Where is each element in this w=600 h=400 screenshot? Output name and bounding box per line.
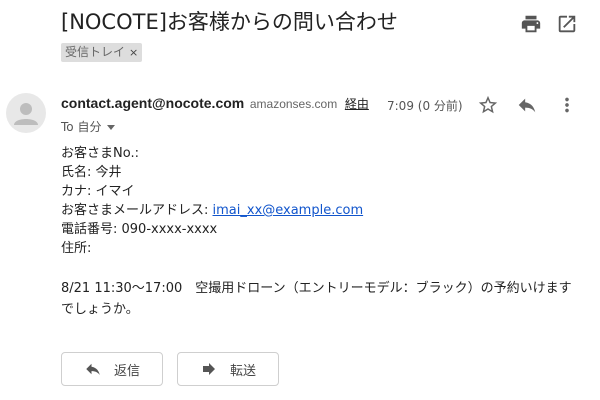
reply-icon[interactable] xyxy=(516,94,538,116)
body-email-label: お客さまメールアドレス: xyxy=(61,203,213,218)
print-icon[interactable] xyxy=(520,13,542,35)
message-body: お客さまNo.: 氏名: 今井 カナ: イマイ お客さまメールアドレス: ima… xyxy=(61,144,581,320)
open-in-new-window-icon[interactable] xyxy=(556,13,578,35)
forward-button-label: 転送 xyxy=(229,363,256,379)
body-address: 住所: xyxy=(61,241,92,256)
more-vert-icon[interactable] xyxy=(556,94,578,116)
customer-email-link[interactable]: imai_xx@example.com xyxy=(213,203,364,218)
label-chip-inbox[interactable]: 受信トレイ × xyxy=(61,43,143,62)
forward-button[interactable]: 転送 xyxy=(177,352,279,386)
sender-line: contact.agent@nocote.com amazonses.com 経… xyxy=(61,95,369,112)
body-request: 8/21 11:30～17:00 空撮用ドローン（エントリーモデル：ブラック）の… xyxy=(61,281,572,317)
reply-button[interactable]: 返信 xyxy=(61,352,163,386)
recipient-dropdown[interactable]: To 自分 xyxy=(61,118,116,135)
via-link[interactable]: 経由 xyxy=(345,97,369,111)
via-domain: amazonses.com xyxy=(249,97,338,111)
body-name: 氏名: 今井 xyxy=(61,165,122,180)
remove-label-icon[interactable]: × xyxy=(129,46,138,59)
chevron-down-icon xyxy=(107,125,116,130)
sender-email[interactable]: contact.agent@nocote.com xyxy=(61,95,244,111)
reply-button-label: 返信 xyxy=(113,363,140,379)
label-chip-text: 受信トレイ xyxy=(65,45,126,59)
body-phone: 電話番号: 090-xxxx-xxxx xyxy=(61,222,218,237)
forward-icon xyxy=(202,363,215,375)
body-email-line: お客さまメールアドレス: imai_xx@example.com xyxy=(61,201,581,220)
email-subject-row: [NOCOTE]お客様からの問い合わせ xyxy=(61,8,511,36)
person-avatar-icon xyxy=(14,103,38,125)
body-customer-no: お客さまNo.: xyxy=(61,146,139,161)
message-time: 7:09 (0 分前) xyxy=(387,99,463,113)
recipient-label: To 自分 xyxy=(61,120,102,134)
email-subject: [NOCOTE]お客様からの問い合わせ xyxy=(61,10,398,34)
body-kana: カナ: イマイ xyxy=(61,184,135,199)
reply-icon xyxy=(86,363,100,375)
star-icon[interactable] xyxy=(477,94,499,116)
sender-avatar xyxy=(6,93,46,133)
